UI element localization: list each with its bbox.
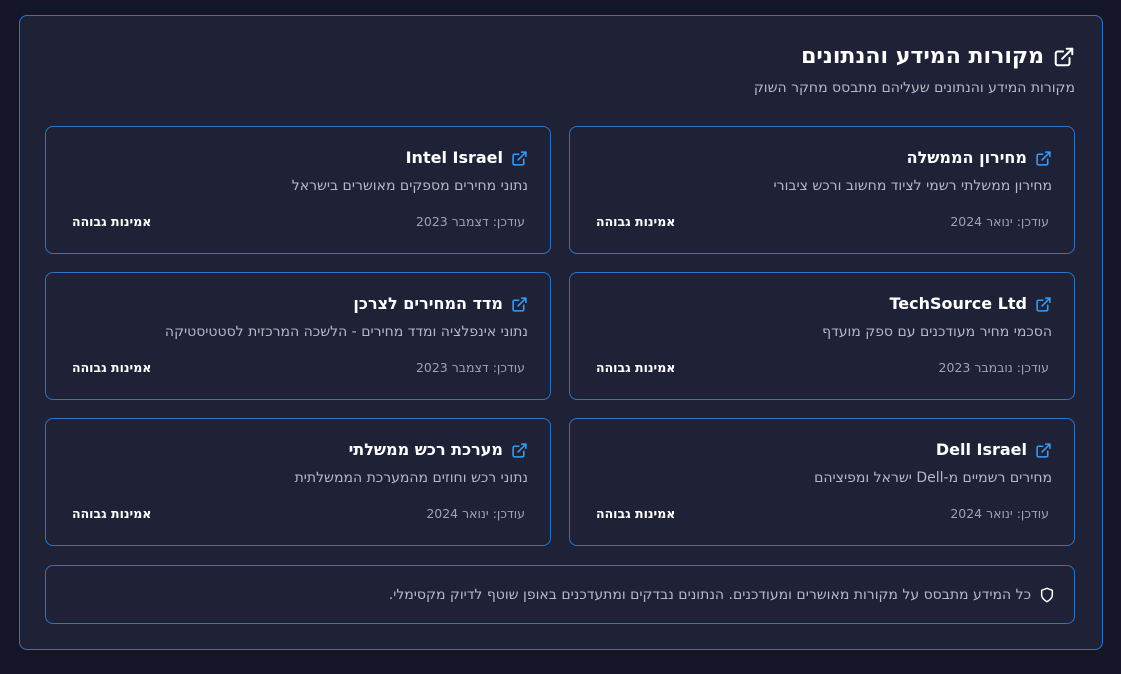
- source-description: נתוני רכש וחוזים מהמערכת הממשלתית: [294, 470, 528, 486]
- page-title: מקורות המידע והנתונים: [801, 44, 1044, 69]
- external-link-icon[interactable]: [511, 296, 528, 313]
- source-updated-date: עודכן: דצמבר 2023: [415, 359, 525, 375]
- external-link-icon[interactable]: [1035, 442, 1052, 459]
- title-row: מקורות המידע והנתונים: [47, 43, 1075, 71]
- external-link-icon[interactable]: [511, 150, 528, 167]
- reliability-label: אמינות גבוהה: [72, 213, 152, 229]
- source-card-footer: עודכן: דצמבר 2023 אמינות גבוהה: [72, 212, 525, 230]
- source-updated-date: עודכן: נובמבר 2023: [938, 359, 1049, 375]
- sources-grid: מחירון הממשלה מחירון ממשלתי רשמי לציוד מ…: [45, 126, 1075, 546]
- source-card-footer: עודכן: ינואר 2024 אמינות גבוהה: [72, 504, 525, 522]
- external-link-icon[interactable]: [511, 442, 528, 459]
- source-name: מערכת רכש ממשלתי: [348, 440, 503, 459]
- source-updated-date: עודכן: ינואר 2024: [950, 213, 1049, 229]
- source-card-header: Intel Israel: [68, 147, 528, 169]
- verification-note: כל המידע מתבסס על מקורות מאושרים ומעודכנ…: [45, 565, 1075, 624]
- page-subtitle: מקורות המידע והנתונים שעליהם מתבסס מחקר …: [753, 80, 1075, 96]
- source-name: TechSource Ltd: [889, 294, 1027, 313]
- source-card[interactable]: TechSource Ltd הסכמי מחיר מעודכנים עם ספ…: [569, 272, 1075, 400]
- source-name: מחירון הממשלה: [906, 148, 1027, 167]
- source-updated-date: עודכן: ינואר 2024: [950, 505, 1049, 521]
- source-card-footer: עודכן: ינואר 2024 אמינות גבוהה: [596, 504, 1049, 522]
- panel-header: מקורות המידע והנתונים מקורות המידע והנתו…: [47, 43, 1075, 97]
- reliability-label: אמינות גבוהה: [596, 359, 676, 375]
- data-sources-panel: מקורות המידע והנתונים מקורות המידע והנתו…: [19, 15, 1103, 650]
- source-card-header: מדד המחירים לצרכן: [68, 293, 528, 315]
- verification-note-text: כל המידע מתבסס על מקורות מאושרים ומעודכנ…: [388, 586, 1031, 603]
- source-updated-date: עודכן: ינואר 2024: [426, 505, 525, 521]
- source-card-header: TechSource Ltd: [592, 293, 1052, 315]
- source-name: מדד המחירים לצרכן: [353, 294, 503, 313]
- source-description: נתוני מחירים מספקים מאושרים בישראל: [291, 178, 528, 194]
- source-description: מחירים רשמיים מ-Dell ישראל ומפיציהם: [814, 470, 1052, 486]
- source-card-footer: עודכן: ינואר 2024 אמינות גבוהה: [596, 212, 1049, 230]
- source-card[interactable]: מחירון הממשלה מחירון ממשלתי רשמי לציוד מ…: [569, 126, 1075, 254]
- source-card[interactable]: Dell Israel מחירים רשמיים מ-Dell ישראל ו…: [569, 418, 1075, 546]
- source-card[interactable]: Intel Israel נתוני מחירים מספקים מאושרים…: [45, 126, 551, 254]
- reliability-label: אמינות גבוהה: [596, 505, 676, 521]
- source-card[interactable]: מדד המחירים לצרכן נתוני אינפלציה ומדד מח…: [45, 272, 551, 400]
- source-card-footer: עודכן: נובמבר 2023 אמינות גבוהה: [596, 358, 1049, 376]
- source-card-header: מערכת רכש ממשלתי: [68, 439, 528, 461]
- source-name: Dell Israel: [935, 440, 1027, 459]
- source-updated-date: עודכן: דצמבר 2023: [415, 213, 525, 229]
- source-description: הסכמי מחיר מעודכנים עם ספק מועדף: [822, 324, 1052, 340]
- source-description: מחירון ממשלתי רשמי לציוד מחשוב ורכש ציבו…: [773, 178, 1052, 194]
- external-link-icon: [1053, 46, 1075, 68]
- source-card-footer: עודכן: דצמבר 2023 אמינות גבוהה: [72, 358, 525, 376]
- reliability-label: אמינות גבוהה: [72, 505, 152, 521]
- shield-icon: [1039, 586, 1055, 604]
- reliability-label: אמינות גבוהה: [596, 213, 676, 229]
- source-card-header: Dell Israel: [592, 439, 1052, 461]
- external-link-icon[interactable]: [1035, 150, 1052, 167]
- source-name: Intel Israel: [405, 148, 503, 167]
- reliability-label: אמינות גבוהה: [72, 359, 152, 375]
- source-card[interactable]: מערכת רכש ממשלתי נתוני רכש וחוזים מהמערכ…: [45, 418, 551, 546]
- external-link-icon[interactable]: [1035, 296, 1052, 313]
- source-card-header: מחירון הממשלה: [592, 147, 1052, 169]
- source-description: נתוני אינפלציה ומדד מחירים - הלשכה המרכז…: [164, 324, 528, 340]
